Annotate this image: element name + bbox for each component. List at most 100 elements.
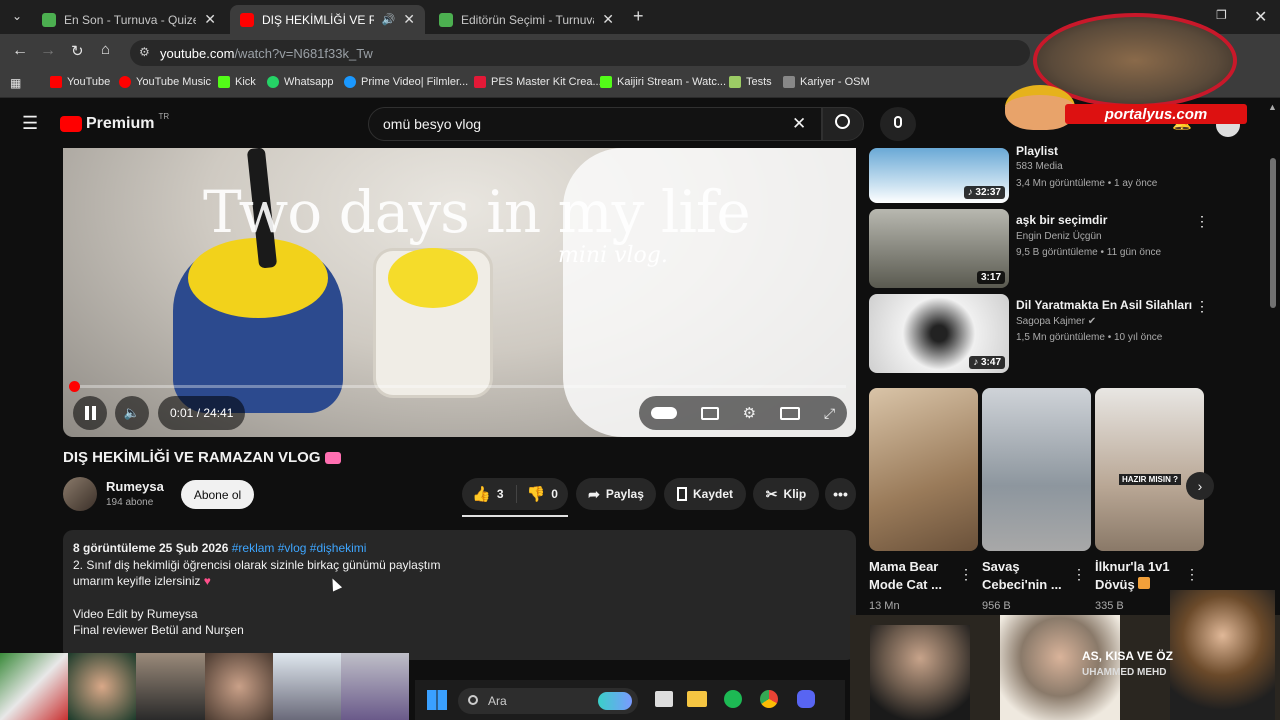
video-title[interactable]: Playlist <box>1016 144 1058 158</box>
url-host: youtube.com <box>160 45 235 61</box>
shorts-next-button[interactable]: › <box>1186 472 1214 500</box>
close-tab-icon[interactable]: ✕ <box>403 11 415 28</box>
bookmark-kaijiri[interactable]: Kaijiri Stream - Watc... <box>600 76 726 88</box>
bookmark-kick[interactable]: Kick <box>218 76 256 88</box>
windows-start-icon[interactable] <box>427 690 447 710</box>
subtitles-icon[interactable] <box>700 406 719 420</box>
taskbar-search[interactable]: Ara <box>458 688 638 714</box>
sidebar-scroll-up-icon[interactable]: ▲ <box>1268 102 1277 112</box>
bookmark-kariyer[interactable]: Kariyer - OSM <box>783 76 870 88</box>
sidebar-video-item[interactable]: ♪ 32:37 Playlist 583 Media 3,4 Mn görünt… <box>869 124 1209 204</box>
channel-name[interactable]: Engin Deniz Üçgün <box>1016 231 1102 242</box>
quizei-favicon-icon <box>439 12 453 27</box>
video-thumbnail[interactable]: 3:17 <box>869 209 1009 288</box>
autoplay-toggle-icon[interactable] <box>650 407 677 419</box>
bookmark-prime-video[interactable]: Prime Video| Filmler... <box>344 76 468 88</box>
page-scrollbar[interactable] <box>1270 158 1276 308</box>
sidebar-video-item[interactable]: 3:17 aşk bir seçimdir Engin Deniz Üçgün … <box>869 209 1209 289</box>
short-thumbnail[interactable]: HAZIR MISIN ? <box>1095 388 1204 551</box>
restore-window-icon[interactable]: ❐ <box>1216 8 1227 22</box>
channel-avatar[interactable] <box>63 477 97 511</box>
tab-quizei-editors-pick[interactable]: Editörün Seçimi - Turnuva - Quiz ✕ <box>429 5 624 34</box>
video-thumbnail[interactable]: ♪ 32:37 <box>869 148 1009 203</box>
more-vertical-icon[interactable]: ⋮ <box>1072 566 1086 583</box>
tab-youtube-video[interactable]: DIŞ HEKİMLİĞİ VE RAMAZAN 🔊 ✕ <box>230 5 425 34</box>
spotify-icon[interactable] <box>724 690 742 708</box>
short-overlay-text: HAZIR MISIN ? <box>1119 474 1181 485</box>
tab-list-chevron-icon[interactable]: ⌄ <box>12 9 22 23</box>
scrubber-handle[interactable] <box>68 381 80 392</box>
mute-button[interactable]: 🔈 <box>115 396 149 430</box>
chrome-icon[interactable] <box>760 690 778 708</box>
channel-name[interactable]: Sagopa Kajmer ✔ <box>1016 316 1096 327</box>
address-bar[interactable]: ⚙ youtube.com /watch?v=N681f33k_Tw <box>130 40 1030 66</box>
kariyer-icon <box>783 76 795 88</box>
pause-button[interactable] <box>73 396 107 430</box>
more-vertical-icon[interactable]: ⋮ <box>1185 566 1199 583</box>
back-arrow-icon[interactable]: ← <box>12 42 28 60</box>
bookmark-tests[interactable]: Tests <box>729 76 772 88</box>
heart-emoji-icon <box>324 452 341 465</box>
sidebar-video-item[interactable]: ♪ 3:47 Dil Yaratmakta En Asil Silahları … <box>869 294 1209 374</box>
save-button[interactable]: Kaydet <box>664 478 746 510</box>
search-button[interactable] <box>822 107 864 141</box>
speaker-icon[interactable]: 🔊 <box>382 13 396 26</box>
video-player[interactable]: Two days in my life mini vlog. 🔈 0:01 / … <box>63 148 856 437</box>
subscribe-button[interactable]: Abone ol <box>181 480 254 509</box>
bookmark-youtube[interactable]: YouTube <box>50 76 110 88</box>
file-explorer-icon[interactable] <box>687 691 707 707</box>
more-actions-button[interactable]: ••• <box>825 478 856 510</box>
more-vertical-icon[interactable]: ⋮ <box>959 566 973 583</box>
search-highlight-icon <box>598 692 632 710</box>
clip-button[interactable]: ✂ Klip <box>753 478 819 510</box>
hamburger-menu-icon[interactable]: ☰ <box>22 113 38 134</box>
short-thumbnail[interactable] <box>869 388 978 551</box>
video-title[interactable]: Dil Yaratmakta En Asil Silahları <box>1016 298 1192 312</box>
youtube-logo[interactable]: Premium TR <box>60 112 169 133</box>
search-icon <box>835 114 850 129</box>
share-button[interactable]: ➦ Paylaş <box>576 478 656 510</box>
like-button[interactable]: 👍 3 <box>472 485 517 503</box>
bookmark-youtube-music[interactable]: YouTube Music <box>119 76 211 88</box>
progress-bar[interactable] <box>68 381 846 392</box>
bookmark-label: YouTube <box>67 76 111 88</box>
home-icon[interactable]: ⌂ <box>101 41 110 58</box>
short-title[interactable]: İlknur'la 1v1 Dövüş <box>1095 558 1185 594</box>
search-input[interactable]: omü besyo vlog ✕ <box>368 107 822 141</box>
site-info-icon[interactable]: ⚙ <box>139 45 150 59</box>
close-tab-icon[interactable]: ✕ <box>602 11 614 28</box>
close-window-icon[interactable]: ✕ <box>1254 7 1267 27</box>
short-thumbnail[interactable] <box>982 388 1091 551</box>
kick-icon <box>600 76 612 88</box>
discord-icon[interactable] <box>797 690 815 708</box>
task-view-icon[interactable] <box>655 691 673 707</box>
new-tab-button[interactable]: + <box>633 6 644 27</box>
duration-text: 32:37 <box>975 187 1001 198</box>
bookmark-pes-master[interactable]: PES Master Kit Crea... <box>474 76 602 88</box>
description-box[interactable]: 8 görüntüleme 25 Şub 2026 #reklam #vlog … <box>63 530 856 660</box>
pes-master-icon <box>474 76 486 88</box>
video-title[interactable]: aşk bir seçimdir <box>1016 213 1107 227</box>
channel-name[interactable]: 583 Media <box>1016 161 1063 172</box>
forward-arrow-icon[interactable]: → <box>40 42 56 60</box>
settings-gear-icon[interactable]: ⚙ <box>743 404 756 422</box>
video-thumbnail[interactable]: ♪ 3:47 <box>869 294 1009 373</box>
thumbs-down-icon: 👎 <box>526 486 546 503</box>
more-vertical-icon[interactable]: ⋮ <box>1195 298 1209 315</box>
short-title[interactable]: Mama Bear Mode Cat ... <box>869 558 959 594</box>
fullscreen-icon[interactable]: ⤢ <box>824 405 835 422</box>
reload-icon[interactable]: ↻ <box>71 42 84 60</box>
duration-badge: ♪ 3:47 <box>969 356 1005 369</box>
channel-name[interactable]: Rumeysa <box>106 479 164 494</box>
dislike-button[interactable]: 👎 0 <box>523 485 558 503</box>
hashtags[interactable]: #reklam #vlog #dişhekimi <box>232 541 367 555</box>
short-title[interactable]: Savaş Cebeci'nin ... <box>982 558 1072 594</box>
close-tab-icon[interactable]: ✕ <box>204 11 216 28</box>
bookmark-whatsapp[interactable]: Whatsapp <box>267 76 334 88</box>
channel-name-text: Sagopa Kajmer <box>1016 316 1085 327</box>
tab-quizei-latest[interactable]: En Son - Turnuva - Quizei ✕ <box>32 5 226 34</box>
apps-grid-icon[interactable]: ▦ <box>10 76 21 90</box>
clear-search-icon[interactable]: ✕ <box>792 114 806 134</box>
theater-mode-icon[interactable] <box>779 406 800 420</box>
more-vertical-icon[interactable]: ⋮ <box>1195 213 1209 230</box>
